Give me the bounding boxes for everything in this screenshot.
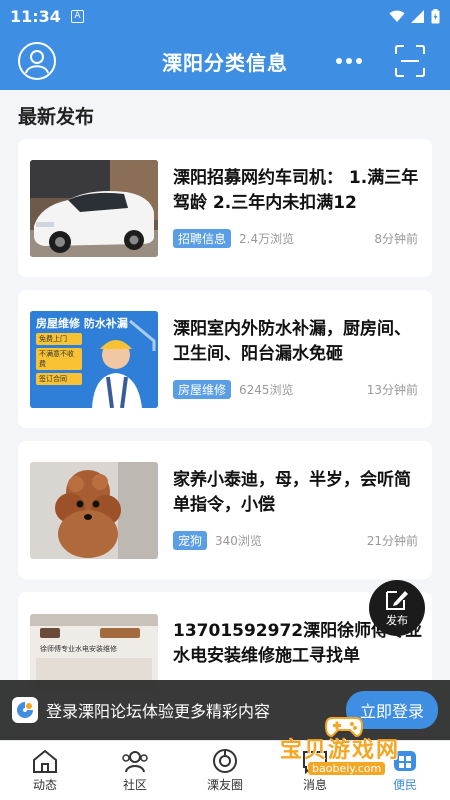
post-meta: 宠狗 340浏览 21分钟前 xyxy=(173,531,418,550)
app-header: 溧阳分类信息 xyxy=(0,32,450,90)
login-prompt-text: 登录溧阳论坛体验更多精彩内容 xyxy=(46,702,271,721)
wifi-icon xyxy=(389,10,405,22)
bottom-tab-bar: 动态 社区 溧友圈 消息 便民 xyxy=(0,740,450,800)
tab-label: 便民 xyxy=(392,778,417,792)
tab-dynamic[interactable]: 动态 xyxy=(0,741,90,800)
post-card[interactable]: 家养小泰迪，母，半岁，会听简单指令，小偿 宠狗 340浏览 21分钟前 xyxy=(18,441,432,579)
page-title: 溧阳分类信息 xyxy=(162,50,288,75)
tab-label: 消息 xyxy=(302,778,327,792)
section-title: 最新发布 xyxy=(18,106,95,128)
tab-circle[interactable]: 溧友圈 xyxy=(180,741,270,800)
post-title: 溧阳室内外防水补漏，厨房间、卫生间、阳台漏水免砸 xyxy=(173,319,411,364)
more-options-button[interactable] xyxy=(336,58,362,64)
post-title: 溧阳招募网约车司机： 1.满三年驾龄 2.三年内未扣满12 xyxy=(173,168,419,213)
notification-icon: A xyxy=(70,9,84,23)
post-title: 家养小泰迪，母，半岁，会听简单指令，小偿 xyxy=(173,470,411,515)
login-button[interactable]: 立即登录 xyxy=(345,691,438,729)
tab-label: 动态 xyxy=(32,778,57,792)
convenience-icon xyxy=(394,751,416,771)
post-card[interactable]: 溧阳招募网约车司机： 1.满三年驾龄 2.三年内未扣满12 招聘信息 2.4万浏… xyxy=(18,139,432,277)
thumbnail-feature: 免费上门 xyxy=(36,333,82,345)
dot-icon xyxy=(356,58,362,64)
view-count: 6245浏览 xyxy=(239,383,294,397)
status-bar: 11:34 A xyxy=(0,0,450,32)
publish-label: 发布 xyxy=(386,614,408,627)
thumbnail-headline: 徐师傅专业水电安装维修 xyxy=(40,645,117,653)
circle-icon xyxy=(213,749,237,773)
category-tag[interactable]: 招聘信息 xyxy=(173,229,232,248)
thumbnail-headline: 房屋维修 防水补漏 xyxy=(36,317,128,330)
signal-icon xyxy=(411,9,424,23)
tab-label: 溧友圈 xyxy=(206,778,243,792)
app-logo-icon xyxy=(12,697,38,723)
scan-icon[interactable] xyxy=(394,44,426,78)
view-count: 2.4万浏览 xyxy=(239,232,295,246)
post-thumbnail xyxy=(30,160,158,257)
post-time: 21分钟前 xyxy=(366,534,418,548)
tab-convenience[interactable]: 便民 xyxy=(360,741,450,800)
status-time: 11:34 xyxy=(10,6,61,26)
category-tag[interactable]: 宠狗 xyxy=(173,531,208,550)
tab-community[interactable]: 社区 xyxy=(90,741,180,800)
dot-icon xyxy=(346,58,352,64)
edit-icon xyxy=(386,591,408,610)
tab-label: 社区 xyxy=(122,778,147,792)
post-thumbnail xyxy=(30,462,158,559)
publish-button[interactable]: 发布 xyxy=(369,580,425,636)
post-meta: 房屋维修 6245浏览 13分钟前 xyxy=(173,380,418,399)
login-banner: 登录溧阳论坛体验更多精彩内容 立即登录 xyxy=(0,680,450,740)
home-icon xyxy=(33,749,57,773)
post-thumbnail: 房屋维修 防水补漏 免费上门 不满意不收费 签订合同 xyxy=(30,311,158,408)
post-meta: 招聘信息 2.4万浏览 8分钟前 xyxy=(173,229,418,248)
battery-icon xyxy=(431,8,440,23)
user-avatar-button[interactable] xyxy=(18,42,56,80)
thumbnail-feature: 不满意不收费 xyxy=(36,348,82,370)
tab-messages[interactable]: 消息 xyxy=(270,741,360,800)
post-card[interactable]: 房屋维修 防水补漏 免费上门 不满意不收费 签订合同 溧阳室内外防水补漏，厨房间… xyxy=(18,290,432,428)
user-icon xyxy=(25,50,49,74)
view-count: 340浏览 xyxy=(215,534,262,548)
thumbnail-feature: 签订合同 xyxy=(36,373,82,385)
message-icon xyxy=(303,751,327,774)
post-time: 8分钟前 xyxy=(374,232,418,246)
community-icon xyxy=(122,751,148,773)
dot-icon xyxy=(336,58,342,64)
post-time: 13分钟前 xyxy=(366,383,418,397)
category-tag[interactable]: 房屋维修 xyxy=(173,380,232,399)
